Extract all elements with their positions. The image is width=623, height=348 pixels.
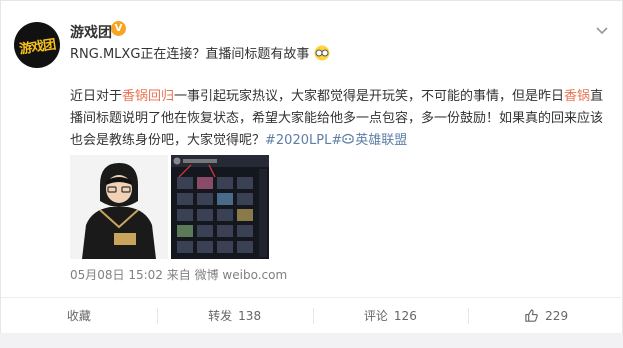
highlight-link-xiangguo-return[interactable]: 香锅回归 [122, 89, 174, 104]
post-meta: 05月08日 15:02 来自 微博 weibo.com [70, 266, 287, 283]
source-link[interactable]: 微博 weibo.com [195, 268, 288, 282]
action-bar: 收藏 转发 138 评论 126 229 [1, 297, 623, 333]
repost-count: 138 [238, 308, 262, 323]
comment-count: 126 [393, 308, 417, 323]
page-background-strip [0, 333, 623, 348]
player-photo-image [70, 155, 168, 259]
repost-button[interactable]: 转发 138 [156, 298, 313, 333]
tag-label: 英雄联盟 [355, 133, 408, 148]
timestamp[interactable]: 05月08日 15:02 [70, 268, 163, 282]
tag-link[interactable]: 英雄联盟 [342, 133, 407, 148]
weibo-post-card: 游戏团 游戏团 V RNG.MLXG正在连接？直播间标题有故事 近日对于香锅回归… [0, 0, 623, 348]
repost-label: 转发 [208, 309, 233, 323]
stream-screenshot-image [171, 155, 269, 259]
like-icon [525, 309, 538, 322]
comment-label: 评论 [363, 309, 388, 323]
username[interactable]: 游戏团 [70, 22, 112, 42]
photo-stream-screenshot[interactable] [171, 155, 269, 259]
highlight-link-xiangguo[interactable]: 香锅 [564, 89, 590, 104]
comment-button[interactable]: 评论 126 [312, 298, 469, 333]
post-body: 近日对于香锅回归一事引起玩家热议，大家都觉得是开玩笑，不可能的事情，但是昨日香锅… [70, 86, 610, 152]
verified-icon: V [111, 21, 126, 36]
chevron-down-icon[interactable] [595, 25, 609, 37]
favorite-label: 收藏 [66, 309, 91, 323]
avatar[interactable]: 游戏团 [14, 22, 60, 68]
game-tag-icon [342, 133, 354, 144]
topic-link[interactable]: #2020LPL# [265, 133, 342, 148]
source-prefix: 来自 [166, 268, 191, 282]
body-text-1: 近日对于 [70, 89, 123, 104]
post-headline: RNG.MLXG正在连接？直播间标题有故事 [70, 43, 330, 62]
avatar-logo: 游戏团 [18, 37, 57, 57]
photo-player[interactable] [70, 155, 168, 259]
like-count: 229 [545, 308, 569, 323]
like-button[interactable]: 229 [468, 298, 623, 333]
headline-text: RNG.MLXG正在连接？直播间标题有故事 [70, 47, 310, 62]
favorite-button[interactable]: 收藏 [1, 298, 157, 333]
glasses-emoji-icon [314, 45, 330, 61]
body-text-2: 一事引起玩家热议，大家都觉得是开玩笑，不可能的事情，但是昨日 [174, 89, 565, 104]
